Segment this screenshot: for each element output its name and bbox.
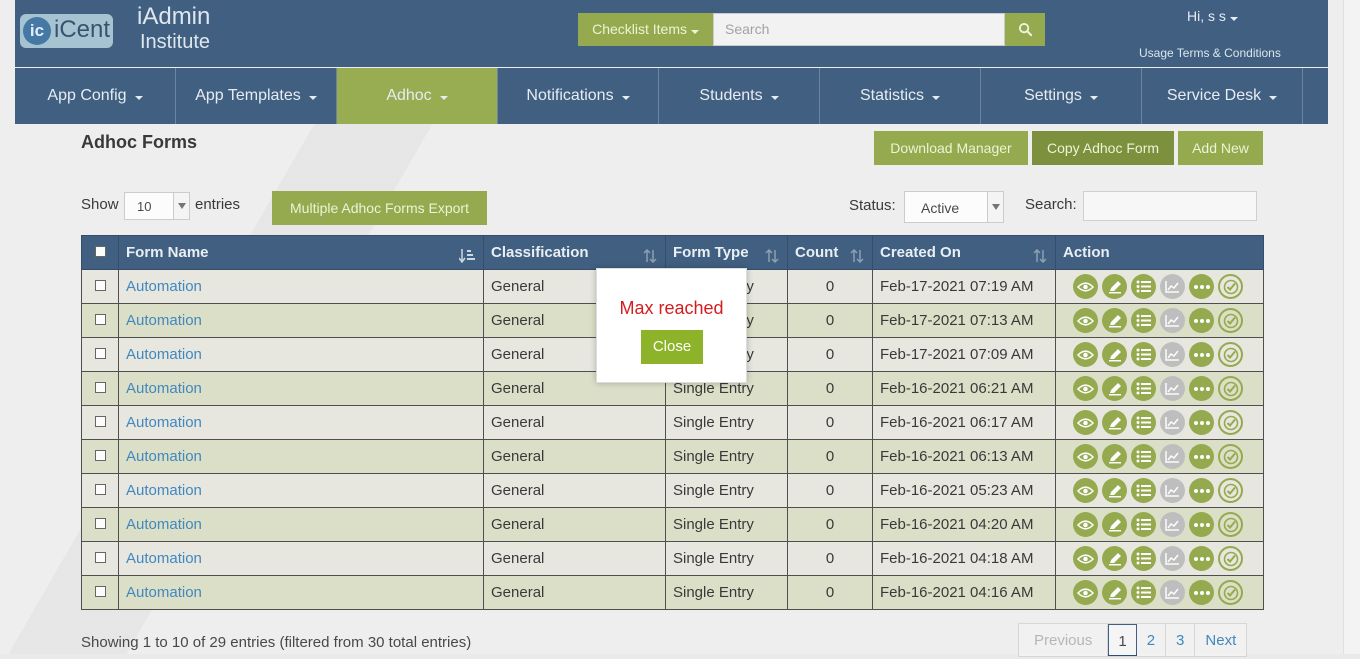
close-button[interactable]: Close	[641, 330, 703, 364]
page: ic iCent iAdmin Institute Checklist Item…	[0, 0, 1343, 657]
page-scrollbar[interactable]	[1343, 0, 1360, 654]
modal-message: Max reached	[619, 298, 724, 318]
alert-modal: Max reached Close	[596, 268, 747, 383]
